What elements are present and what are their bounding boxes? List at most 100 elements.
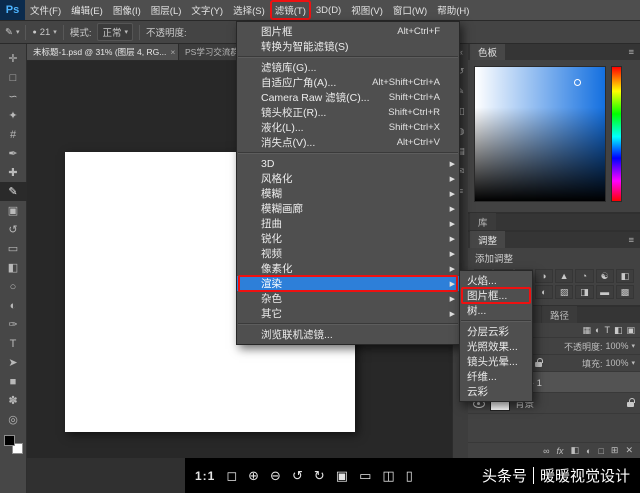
black-white-adjustment-icon[interactable]: ◧ <box>616 269 634 283</box>
hue-slider[interactable] <box>611 66 622 202</box>
filter-smart-objects-icon[interactable]: ▣ <box>626 325 635 336</box>
filter-menu-item-blur[interactable]: 模糊▶ <box>237 186 459 201</box>
path-selection-tool[interactable]: ➤ <box>0 353 27 372</box>
save-button[interactable]: ▣ <box>336 468 348 484</box>
type-tool[interactable]: T <box>0 334 27 353</box>
filter-menu-item-other[interactable]: 其它▶ <box>237 306 459 321</box>
brush-preset-picker[interactable]: ● 21 ▾ <box>32 27 56 38</box>
filter-menu-item-stylize[interactable]: 风格化▶ <box>237 171 459 186</box>
invert-adjustment-icon[interactable]: ◐ <box>535 285 553 299</box>
panel-menu-icon[interactable]: ≡ <box>624 45 638 60</box>
menubar-item-edit[interactable]: 编辑(E) <box>66 0 108 20</box>
close-icon[interactable]: × <box>170 47 175 57</box>
gradient-tool[interactable]: ◧ <box>0 258 27 277</box>
exposure-adjustment-icon[interactable]: ◑ <box>535 269 553 283</box>
menubar-item-3d[interactable]: 3D(D) <box>311 0 346 20</box>
lasso-tool[interactable]: ∽ <box>0 87 27 106</box>
render-submenu-item-fibers[interactable]: 纤维... <box>460 369 532 384</box>
tab-paths[interactable]: 路径 <box>542 306 577 323</box>
filter-menu-item-noise[interactable]: 杂色▶ <box>237 291 459 306</box>
eyedropper-tool[interactable]: ✒ <box>0 144 27 163</box>
filter-type-layers-icon[interactable]: T <box>604 325 610 336</box>
tab-libraries[interactable]: 库 <box>470 213 496 230</box>
render-submenu-item-flame[interactable]: 火焰... <box>460 273 532 288</box>
chevron-down-icon[interactable]: ▾ <box>631 359 635 367</box>
menubar-item-view[interactable]: 视图(V) <box>346 0 388 20</box>
filter-shape-layers-icon[interactable]: ◧ <box>614 325 623 336</box>
menubar-item-type[interactable]: 文字(Y) <box>186 0 228 20</box>
render-submenu-item-lighting-effects[interactable]: 光照效果... <box>460 339 532 354</box>
pen-tool[interactable]: ✑ <box>0 315 27 334</box>
render-submenu-item-lens-flare[interactable]: 镜头光晕... <box>460 354 532 369</box>
menubar-item-select[interactable]: 选择(S) <box>228 0 270 20</box>
link-layers-icon[interactable]: ∞ <box>543 446 549 456</box>
move-tool[interactable]: ✛ <box>0 49 27 68</box>
hue-saturation-adjustment-icon[interactable]: ◔ <box>575 269 593 283</box>
panel-menu-icon[interactable]: ≡ <box>624 233 638 248</box>
dodge-tool[interactable]: ◐ <box>0 296 27 315</box>
render-submenu-item-picture-frame[interactable]: 图片框... <box>460 288 532 303</box>
selective-color-adjustment-icon[interactable]: ▩ <box>616 285 634 299</box>
zoom-in-button[interactable]: ⊕ <box>248 468 259 484</box>
menubar-item-file[interactable]: 文件(F) <box>25 0 66 20</box>
foreground-color-swatch[interactable] <box>4 435 15 446</box>
eraser-tool[interactable]: ▭ <box>0 239 27 258</box>
fill-value[interactable]: 100% <box>605 358 628 368</box>
new-group-icon[interactable]: □ <box>598 446 603 456</box>
filter-adjustment-layers-icon[interactable]: ◐ <box>595 325 600 336</box>
filter-menu-item-lens-correction[interactable]: 镜头校正(R)...Shift+Ctrl+R <box>237 105 459 120</box>
shape-tool[interactable]: ■ <box>0 372 27 391</box>
menubar-item-layer[interactable]: 图层(L) <box>146 0 187 20</box>
filter-menu-item-convert-smart-filters[interactable]: 转换为智能滤镜(S) <box>237 39 459 54</box>
hand-tool[interactable]: ✽ <box>0 391 27 410</box>
opacity-value[interactable]: 100% <box>605 341 628 351</box>
render-submenu-item-tree[interactable]: 树... <box>460 303 532 318</box>
filter-menu-item-vanishing-point[interactable]: 消失点(V)...Alt+Ctrl+V <box>237 135 459 150</box>
filter-menu-item-browse-filters-online[interactable]: 浏览联机滤镜... <box>237 327 459 342</box>
filter-menu-item-adaptive-wide-angle[interactable]: 自适应广角(A)...Alt+Shift+Ctrl+A <box>237 75 459 90</box>
marquee-tool[interactable]: □ <box>0 68 27 87</box>
add-layer-mask-icon[interactable]: ◧ <box>571 445 580 456</box>
clone-stamp-tool[interactable]: ▣ <box>0 201 27 220</box>
delete-layer-icon[interactable]: ✕ <box>625 445 633 456</box>
healing-brush-tool[interactable]: ✚ <box>0 163 27 182</box>
gallery-button[interactable]: ◫ <box>382 468 394 484</box>
chevron-down-icon[interactable]: ▾ <box>631 342 635 350</box>
filter-menu-item-distort[interactable]: 扭曲▶ <box>237 216 459 231</box>
tab-swatches[interactable]: 色板 <box>470 43 505 60</box>
render-submenu-item-difference-clouds[interactable]: 分层云彩 <box>460 324 532 339</box>
menubar-item-image[interactable]: 图像(I) <box>108 0 146 20</box>
fit-screen-button[interactable]: ◻ <box>226 468 237 484</box>
new-adjustment-layer-icon[interactable]: ◐ <box>586 446 591 456</box>
filter-menu-item-3d[interactable]: 3D▶ <box>237 156 459 171</box>
filter-menu-item-video[interactable]: 视频▶ <box>237 246 459 261</box>
rotate-right-button[interactable]: ↻ <box>314 468 325 484</box>
history-brush-tool[interactable]: ↺ <box>0 220 27 239</box>
filter-menu-item-pixelate[interactable]: 像素化▶ <box>237 261 459 276</box>
tool-preset-picker[interactable]: ✎ ▾ <box>5 27 19 38</box>
filter-menu-item-sharpen[interactable]: 锐化▶ <box>237 231 459 246</box>
color-balance-adjustment-icon[interactable]: ☯ <box>596 269 614 283</box>
zoom-tool[interactable]: ◎ <box>0 410 27 429</box>
color-swatches[interactable] <box>4 435 23 454</box>
zoom-100-button[interactable]: 1:1 <box>195 469 215 483</box>
color-picker-field[interactable] <box>474 66 606 202</box>
posterize-adjustment-icon[interactable]: ▨ <box>555 285 573 299</box>
gradient-map-adjustment-icon[interactable]: ▬ <box>596 285 614 299</box>
document-tab-untitled-1[interactable]: 未标题-1.psd @ 31% (图层 4, RG...× <box>27 44 179 60</box>
threshold-adjustment-icon[interactable]: ◨ <box>575 285 593 299</box>
quick-selection-tool[interactable]: ✦ <box>0 106 27 125</box>
filter-menu-item-blur-gallery[interactable]: 模糊画廊▶ <box>237 201 459 216</box>
vibrance-adjustment-icon[interactable]: ▲ <box>555 269 573 283</box>
menubar-item-filter[interactable]: 滤镜(T) <box>270 0 311 20</box>
crop-tool[interactable]: # <box>0 125 27 144</box>
filter-pixel-layers-icon[interactable]: ▦ <box>583 325 592 336</box>
layer-style-icon[interactable]: fx <box>557 446 564 456</box>
brush-tool[interactable]: ✎ <box>0 182 27 201</box>
filter-menu-item-filter-gallery[interactable]: 滤镜库(G)... <box>237 60 459 75</box>
zoom-out-button[interactable]: ⊖ <box>270 468 281 484</box>
menubar-item-window[interactable]: 窗口(W) <box>388 0 432 20</box>
render-submenu-item-clouds[interactable]: 云彩 <box>460 384 532 399</box>
filter-menu-item-render[interactable]: 渲染▶ <box>237 276 459 291</box>
filter-menu-item-last-filter-picture-frame[interactable]: 图片框Alt+Ctrl+F <box>237 24 459 39</box>
